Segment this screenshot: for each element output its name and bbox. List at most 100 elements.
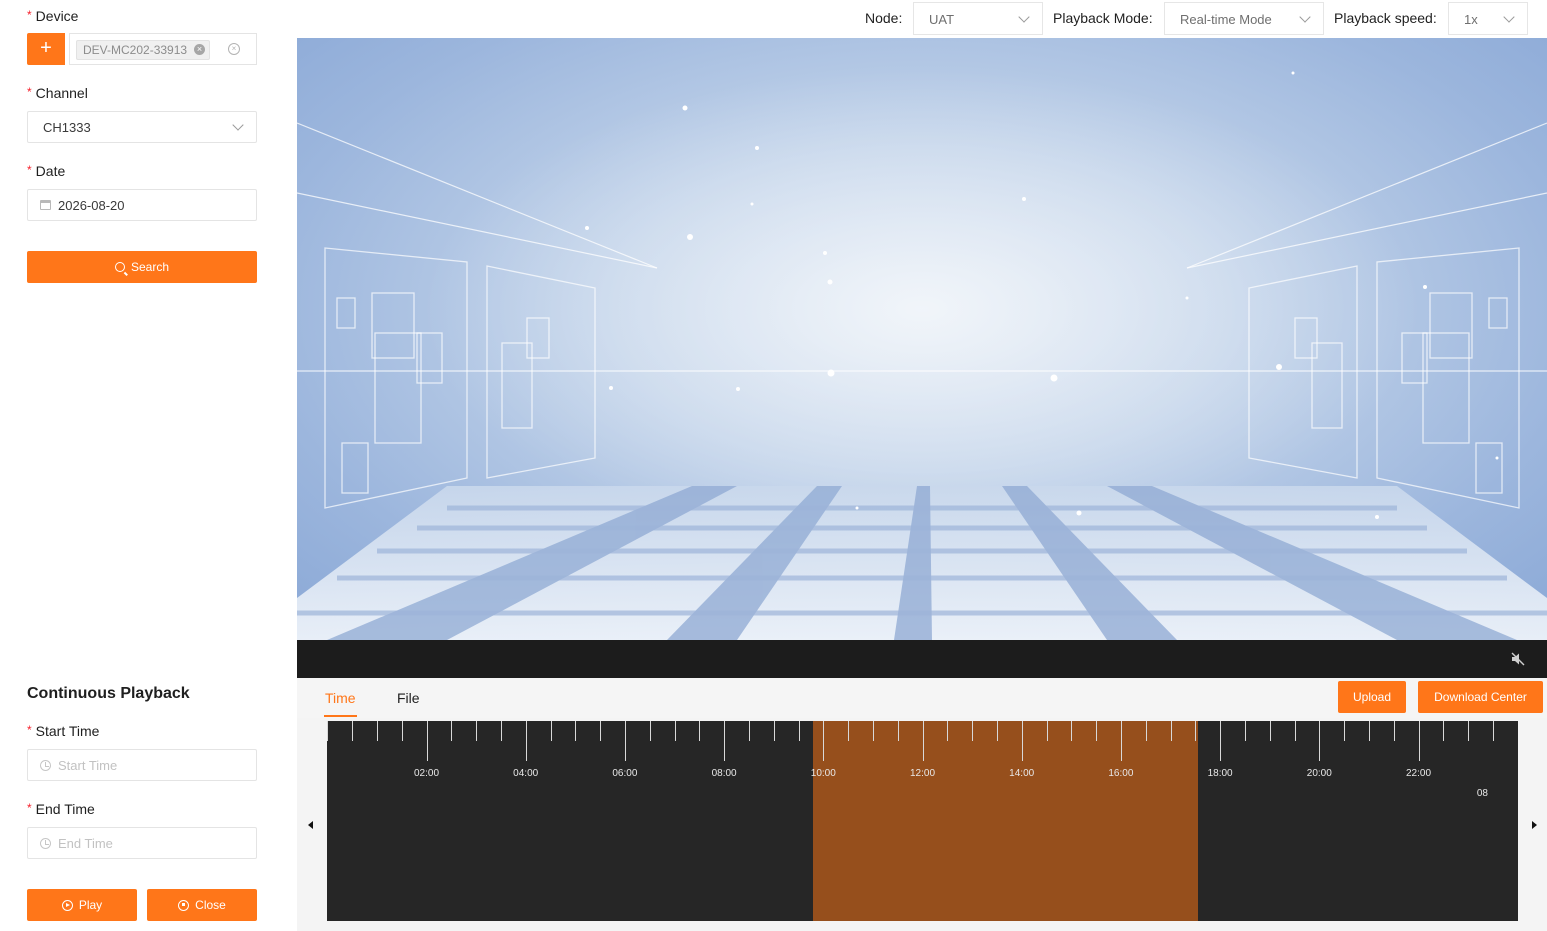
timeline-tick [724, 721, 726, 761]
tab-time[interactable]: Time [325, 690, 356, 706]
timeline-tick [624, 721, 626, 761]
timeline-tick [848, 721, 850, 741]
timeline-tick [1468, 721, 1470, 741]
close-button-label: Close [195, 898, 226, 912]
active-tab-indicator [324, 715, 357, 717]
node-select[interactable]: UAT [913, 2, 1043, 35]
timeline-tick [1046, 721, 1048, 741]
device-label: * Device [27, 8, 79, 24]
timeline-tick [1120, 721, 1122, 761]
timeline-tick [1170, 721, 1172, 741]
timeline-tick [1071, 721, 1073, 741]
timeline-tick-label: 04:00 [513, 768, 539, 779]
clock-icon [40, 760, 51, 771]
timeline-tick [947, 721, 949, 741]
timeline-tick [451, 721, 453, 741]
timeline-tick [426, 721, 428, 761]
timeline-tick [1492, 721, 1494, 741]
timeline-tick [1294, 721, 1296, 741]
timeline-tick [1021, 721, 1023, 761]
timeline-tick [1220, 721, 1222, 761]
timeline-tick [823, 721, 825, 761]
play-button[interactable]: Play [27, 889, 137, 921]
device-tag: DEV-MC202-33913 × [76, 40, 211, 60]
start-time-placeholder: Start Time [58, 758, 118, 773]
timeline-tick-label: 12:00 [909, 768, 936, 779]
timeline-tick [1269, 721, 1271, 741]
timeline-tick [600, 721, 602, 741]
timeline-tick [1096, 721, 1098, 741]
timeline-tick [972, 721, 974, 741]
stop-icon [178, 899, 190, 911]
video-player[interactable] [297, 38, 1547, 640]
timeline-tick-label: 06:00 [612, 768, 638, 779]
timeline-tick [352, 721, 354, 741]
timeline-tick [327, 721, 329, 741]
playback-speed-value: 1x [1464, 12, 1478, 27]
timeline-tick [1244, 721, 1246, 741]
node-label: Node: [865, 10, 903, 26]
mute-icon[interactable] [1511, 652, 1525, 666]
timeline-tick-label: 18:00 [1207, 768, 1233, 779]
playback-speed-select[interactable]: 1x [1448, 2, 1528, 35]
timeline-tick-label: 16:00 [1108, 768, 1134, 779]
channel-label: * Channel [27, 85, 88, 101]
timeline-tick [1418, 721, 1420, 761]
timeline-container: 08 02:00 04:00 06:00 08:00 10:00 12:00 14:00 16… [297, 718, 1547, 931]
timeline-tick [897, 721, 899, 741]
date-picker[interactable]: 2026-08-20 [27, 189, 257, 221]
start-time-input[interactable]: Start Time [27, 749, 257, 781]
date-value: 2026-08-20 [58, 198, 125, 213]
timeline-tick [1443, 721, 1445, 741]
timeline-tick-label: 22:00 [1405, 768, 1432, 779]
timeline-tick [996, 721, 998, 741]
timeline-tick [525, 721, 527, 761]
tag-remove-icon[interactable]: × [194, 44, 206, 55]
scroll-left-icon[interactable] [308, 821, 313, 829]
timeline-tick [1368, 721, 1370, 741]
recording-segment[interactable] [813, 721, 1198, 921]
channel-select[interactable]: CH1333 [27, 111, 257, 143]
clock-icon [40, 838, 51, 849]
timeline-tick [1145, 721, 1147, 741]
continuous-playback-title: Continuous Playback [27, 685, 190, 702]
video-placeholder-image [297, 38, 1547, 640]
end-time-input[interactable]: End Time [27, 827, 257, 859]
timeline-tick-label: 10:00 [810, 768, 836, 779]
playback-mode-label: Playback Mode: [1053, 10, 1153, 26]
timeline-tick [773, 721, 775, 741]
start-time-label: * Start Time [27, 723, 100, 739]
timeline-tick-label: 08:00 [711, 768, 737, 779]
video-control-bar [297, 640, 1547, 678]
upload-button[interactable]: Upload [1338, 681, 1406, 713]
device-select[interactable]: DEV-MC202-33913 × × [69, 33, 257, 65]
add-device-button[interactable]: + [27, 33, 65, 65]
timeline-tick [376, 721, 378, 741]
left-panel: * Device + DEV-MC202-33913 × × * Channel CH… [0, 0, 297, 931]
chevron-down-icon [1503, 11, 1515, 23]
timeline-tick [748, 721, 750, 741]
timeline-tick [1344, 721, 1346, 741]
play-icon [61, 899, 73, 911]
timeline-tick [1319, 721, 1321, 761]
node-value: UAT [929, 12, 955, 27]
calendar-icon [40, 200, 51, 210]
timeline-tick [550, 721, 552, 741]
timeline-tick-label: 02:00 [413, 768, 440, 779]
search-button-label: Search [130, 260, 170, 274]
scroll-right-icon[interactable] [1532, 821, 1537, 829]
timeline-track[interactable]: 08 02:00 04:00 06:00 08:00 10:00 12:00 14:00 16… [327, 721, 1518, 921]
playback-mode-select[interactable]: Real-time Mode [1164, 2, 1324, 35]
timeline-tick [1393, 721, 1395, 741]
search-button[interactable]: Search [27, 251, 257, 283]
search-icon [114, 262, 125, 272]
download-center-button[interactable]: Download Center [1418, 681, 1543, 713]
close-button[interactable]: Close [147, 889, 257, 921]
tab-file[interactable]: File [397, 690, 420, 706]
play-button-label: Play [78, 898, 103, 912]
date-label: * Date [27, 163, 66, 179]
timeline-tick [699, 721, 701, 741]
clear-icon[interactable]: × [228, 43, 240, 55]
timeline-tick [674, 721, 676, 741]
timeline-tick [798, 721, 800, 741]
